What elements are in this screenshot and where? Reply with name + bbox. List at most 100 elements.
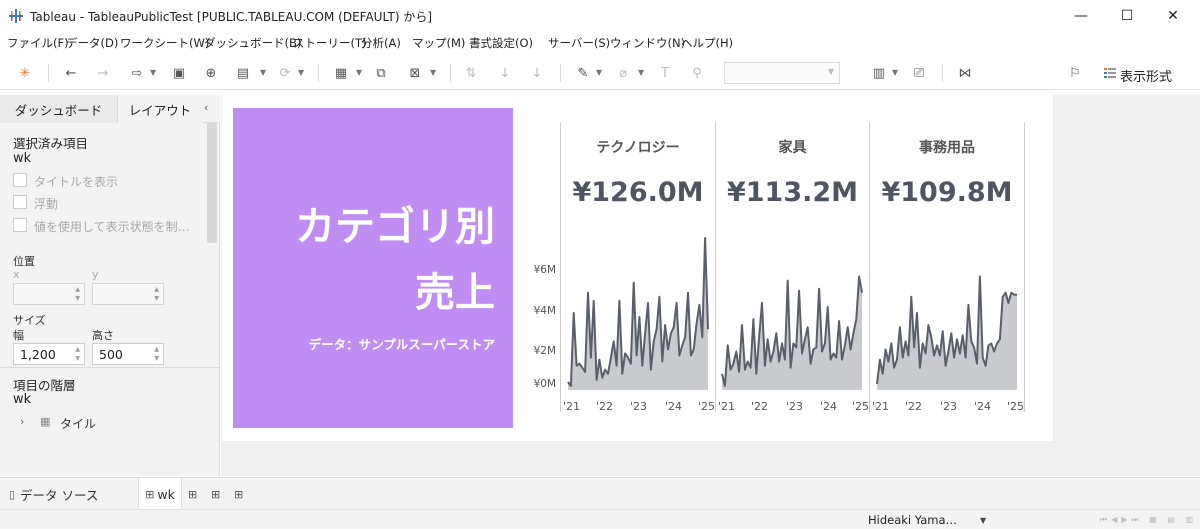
toolbar-separator [450,64,451,82]
menu-window[interactable]: ウィンドウ(N) [610,35,685,51]
spin-down-icon[interactable]: ▼ [154,355,159,362]
panel-divider [715,122,716,412]
pane-scrollbar[interactable] [207,123,217,243]
tableau-logo-icon[interactable]: ✳ [16,64,34,82]
kpi-furniture: 家具 ¥113.2M [716,137,869,208]
tab-dashboard[interactable]: ダッシュボード [0,95,118,123]
x-tick-label: '24 [820,400,838,413]
x-tick-label: '22 [596,400,614,413]
chevron-down-icon[interactable]: ▼ [596,68,602,77]
x-tick-label: '23 [630,400,648,413]
new-datasource-icon[interactable]: ⊕ [202,64,220,82]
chevron-down-icon[interactable]: ▼ [638,68,644,77]
menu-map[interactable]: マップ(M) [412,35,465,51]
toolbar-separator [318,64,319,82]
height-label: 高さ [92,329,114,342]
chevron-down-icon[interactable]: ▼ [356,68,362,77]
show-title-checkbox[interactable] [13,173,27,187]
fit-dropdown[interactable]: ▼ [724,62,840,84]
show-me-icon[interactable] [1104,68,1116,78]
forward-icon[interactable]: → [94,64,112,82]
refresh-icon[interactable]: ⟳ [276,64,294,82]
menu-help[interactable]: ヘルプ(H) [681,35,733,51]
chevron-down-icon[interactable]: ▼ [980,516,986,525]
new-dashboard-icon[interactable]: ⊞ [211,488,220,501]
presentation-icon[interactable]: ▥ [870,64,888,82]
sort-asc-icon[interactable]: ↓ [496,64,514,82]
x-position-input[interactable]: ▲ ▼ [13,283,85,305]
swap-icon[interactable]: ⇅ [462,64,480,82]
new-worksheet-icon[interactable]: ⊞ [188,488,197,501]
menu-data[interactable]: データ(D) [66,35,118,51]
chevron-down-icon: ▼ [827,67,834,76]
sheet-tab-label: wk [157,486,175,502]
sort-desc-icon[interactable]: ↓ [528,64,546,82]
chevron-down-icon[interactable]: ▼ [150,68,156,77]
back-icon[interactable]: ← [62,64,80,82]
tab-sheet-wk[interactable]: ⊞ wk [138,478,182,510]
dashboard-title-line2: 売上 [415,270,495,316]
hierarchy-tile-item[interactable]: タイル [60,415,96,432]
chevron-down-icon[interactable]: ▼ [892,68,898,77]
status-bar: Hideaki Yama… ▼ ⏮◀▶⏭ ▦ ▤ ▥ [0,509,1200,529]
spin-down-icon[interactable]: ▼ [75,295,80,302]
y-tick-label: ¥6M [533,264,556,276]
share-icon[interactable]: ⋈ [956,64,974,82]
collapse-pane-icon[interactable]: ‹ [204,101,208,114]
user-menu[interactable]: Hideaki Yama… [868,513,957,527]
navigation-icons[interactable]: ⏮◀▶⏭ ▦ ▤ ▥ [1100,515,1197,525]
menu-analysis[interactable]: 分析(A) [361,35,401,51]
y-tick-label: ¥2M [533,345,556,357]
category-title: テクノロジー [596,140,680,156]
x-tick-label: '23 [786,400,804,413]
redo-icon[interactable]: ⇨ [128,64,146,82]
y-position-input[interactable]: ▲ ▼ [92,283,164,305]
kpi-value: ¥113.2M [726,177,859,208]
spin-up-icon[interactable]: ▲ [75,346,80,353]
new-story-icon[interactable]: ⊞ [234,488,243,501]
close-button[interactable]: ✕ [1150,0,1196,32]
toolbar-separator [48,64,49,82]
chevron-down-icon[interactable]: ▼ [298,68,304,77]
chevron-down-icon[interactable]: ▼ [260,68,266,77]
paperclip-icon[interactable]: ⌀ [614,64,632,82]
duplicate-icon[interactable]: ⧉ [372,64,390,82]
floating-checkbox[interactable] [13,195,27,209]
new-sheet-icon[interactable]: ▦ [332,64,350,82]
x-tick-label: '25 [698,400,716,413]
tab-layout[interactable]: レイアウト [118,95,202,123]
menu-file[interactable]: ファイル(F) [7,35,69,51]
category-title: 家具 [778,140,807,156]
save-icon[interactable]: ▣ [170,64,188,82]
format-icon[interactable]: ⚐ [1066,64,1084,82]
control-visibility-checkbox[interactable] [13,218,27,232]
y-tick-label: ¥4M [533,305,556,317]
dashboard-title-line1: カテゴリ別 [295,204,495,250]
maximize-button[interactable]: ☐ [1104,0,1150,32]
menu-format[interactable]: 書式設定(O) [469,35,533,51]
pause-icon[interactable]: ▤ [234,64,252,82]
text-icon[interactable]: T [656,64,674,82]
tab-datasource[interactable]: データ ソース [20,478,98,510]
menu-worksheet[interactable]: ワークシート(W) [120,35,209,51]
pin-icon[interactable]: ⚲ [688,64,706,82]
menu-dashboard[interactable]: ダッシュボード(B) [204,35,301,51]
hierarchy-root[interactable]: wk [13,392,31,407]
height-input[interactable]: 500 ▲ ▼ [92,343,164,365]
highlight-icon[interactable]: ✎ [574,64,592,82]
spin-up-icon[interactable]: ▲ [75,286,80,293]
menu-server[interactable]: サーバー(S) [548,35,610,51]
show-me-button[interactable]: 表示形式 [1120,66,1172,85]
chevron-down-icon[interactable]: ▼ [430,68,436,77]
clear-icon[interactable]: ⊠ [406,64,424,82]
width-input[interactable]: 1,200 ▲ ▼ [13,343,85,365]
menu-story[interactable]: ストーリー(T) [293,35,367,51]
spin-down-icon[interactable]: ▼ [154,295,159,302]
spin-down-icon[interactable]: ▼ [75,355,80,362]
spin-up-icon[interactable]: ▲ [154,286,159,293]
spin-up-icon[interactable]: ▲ [154,346,159,353]
minimize-button[interactable]: — [1058,0,1104,32]
width-label: 幅 [13,329,24,342]
device-preview-icon[interactable]: ⎚ [910,64,928,82]
chevron-right-icon[interactable]: › [20,415,24,428]
